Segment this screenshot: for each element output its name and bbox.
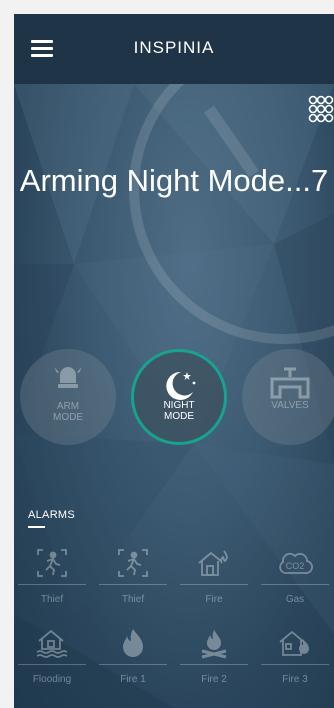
alarm-tile-fire-1[interactable]: Fire 1 bbox=[95, 619, 171, 695]
arm-mode-label-1: ARM bbox=[56, 401, 80, 412]
alarm-label: Fire 3 bbox=[282, 674, 308, 685]
arming-status-title: Arming Night Mode...7 bbox=[19, 163, 329, 198]
keypad-icon[interactable] bbox=[308, 94, 334, 126]
house-fire-icon bbox=[198, 550, 228, 576]
arm-mode-label-2: MODE bbox=[53, 412, 83, 423]
svg-text:CO2: CO2 bbox=[286, 561, 305, 571]
valve-icon bbox=[270, 367, 310, 399]
alarm-label: Gas bbox=[285, 594, 305, 605]
co2-cloud-icon: CO2 bbox=[279, 552, 313, 574]
valves-label: VALVES bbox=[271, 400, 309, 411]
alarm-label: Thief bbox=[121, 594, 145, 605]
alarm-label: Fire 2 bbox=[201, 674, 227, 685]
alarm-tile-gas[interactable]: CO2 Gas bbox=[257, 539, 333, 615]
campfire-icon bbox=[201, 630, 227, 659]
night-mode-button[interactable]: NIGHT MODE bbox=[131, 349, 227, 445]
burning-house-icon bbox=[279, 630, 309, 656]
alarm-label: Flooding bbox=[32, 674, 72, 685]
alarm-icon bbox=[54, 367, 82, 388]
flame-icon bbox=[123, 629, 143, 657]
alarm-tile-fire-3[interactable]: Fire 3 bbox=[257, 619, 333, 695]
alarms-underline bbox=[28, 526, 45, 528]
arm-mode-button[interactable]: ARM MODE bbox=[20, 349, 116, 445]
alarm-label: Thief bbox=[40, 594, 64, 605]
night-mode-label-2: MODE bbox=[164, 411, 194, 422]
night-mode-label-1: NIGHT bbox=[163, 400, 195, 411]
running-person-icon bbox=[118, 549, 148, 577]
app-screen: INSPINIA Arming Night Mode...7 ARM MODE bbox=[14, 14, 334, 708]
app-logo: INSPINIA bbox=[133, 38, 215, 57]
running-person-icon bbox=[37, 549, 67, 577]
valves-button[interactable]: VALVES bbox=[242, 349, 334, 445]
alarm-tile-flooding[interactable]: Flooding bbox=[14, 619, 90, 695]
top-bar: INSPINIA bbox=[14, 14, 334, 84]
flooded-house-icon bbox=[36, 629, 68, 658]
alarm-label: Fire bbox=[205, 594, 223, 605]
alarm-label: Fire 1 bbox=[120, 674, 146, 685]
alarm-tile-fire[interactable]: Fire bbox=[176, 539, 252, 615]
alarm-tile-thief-1[interactable]: Thief bbox=[14, 539, 90, 615]
alarm-tile-thief-2[interactable]: Thief bbox=[95, 539, 171, 615]
alarm-tile-fire-2[interactable]: Fire 2 bbox=[176, 619, 252, 695]
alarms-heading: ALARMS bbox=[28, 509, 76, 521]
